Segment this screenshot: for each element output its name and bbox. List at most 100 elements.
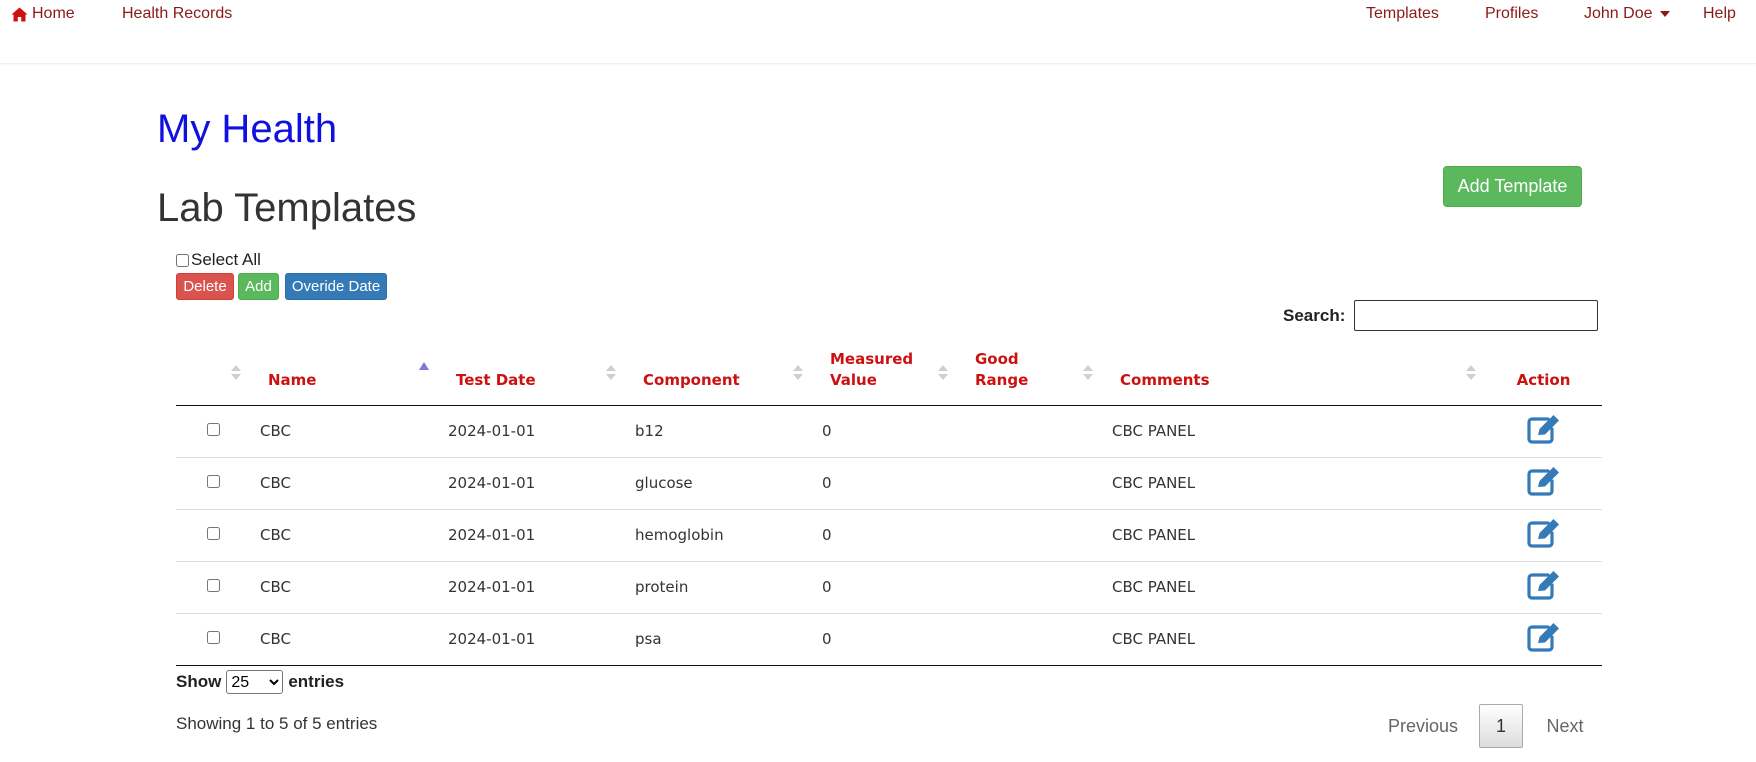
add-template-button[interactable]: Add Template (1443, 166, 1582, 207)
lab-templates-table: Name Test Date Component Measured Value … (176, 348, 1602, 666)
header-name[interactable]: Name (250, 348, 438, 406)
sort-icon (1466, 364, 1476, 380)
edit-button[interactable] (1526, 414, 1561, 448)
edit-icon (1526, 571, 1559, 600)
table-info: Showing 1 to 5 of 5 entries (176, 714, 378, 733)
table-row: CBC 2024-01-01 protein 0 CBC PANEL (176, 560, 1602, 613)
cell-measured-value: 0 (812, 612, 957, 666)
cell-comments: CBC PANEL (1102, 560, 1485, 613)
caret-down-icon (1659, 10, 1670, 17)
cell-component: protein (625, 560, 812, 613)
header-good-range[interactable]: Good Range (957, 348, 1102, 406)
header-test-date-label: Test Date (456, 370, 536, 389)
row-checkbox[interactable] (206, 475, 220, 488)
header-component[interactable]: Component (625, 348, 812, 406)
select-all: Select All (176, 250, 261, 270)
action-cell (1485, 405, 1602, 457)
previous-page-button[interactable]: Previous (1383, 704, 1463, 748)
row-checkbox[interactable] (206, 527, 220, 540)
cell-test-date: 2024-01-01 (438, 560, 625, 613)
edit-icon (1526, 467, 1559, 496)
row-select-cell (176, 508, 250, 561)
cell-test-date: 2024-01-01 (438, 612, 625, 666)
edit-button[interactable] (1526, 466, 1561, 500)
cell-component: psa (625, 612, 812, 666)
header-test-date[interactable]: Test Date (438, 348, 625, 406)
cell-component: glucose (625, 456, 812, 509)
nav-home-link[interactable]: Home (11, 5, 75, 23)
action-cell (1485, 456, 1602, 509)
header-comments-label: Comments (1120, 370, 1210, 389)
header-action-label: Action (1516, 370, 1571, 389)
user-menu-toggle[interactable]: John Doe (1584, 5, 1670, 23)
current-page-button[interactable]: 1 (1479, 704, 1523, 748)
row-select-cell (176, 560, 250, 613)
add-button[interactable]: Add (238, 273, 279, 300)
cell-measured-value: 0 (812, 508, 957, 561)
row-checkbox[interactable] (206, 423, 220, 436)
row-select-cell (176, 405, 250, 457)
cell-component: hemoglobin (625, 508, 812, 561)
header-select[interactable] (176, 348, 250, 406)
nav-health-records-link[interactable]: Health Records (122, 5, 232, 23)
table-row: CBC 2024-01-01 hemoglobin 0 CBC PANEL (176, 508, 1602, 561)
sort-icon (938, 364, 948, 380)
search-box: Search: (1283, 300, 1599, 331)
sort-ascending-icon (419, 362, 429, 370)
sort-icon (1083, 364, 1093, 380)
header-component-label: Component (643, 370, 740, 389)
edit-icon (1526, 415, 1559, 444)
row-checkbox[interactable] (206, 579, 220, 592)
app-title: My Health (157, 107, 338, 151)
cell-test-date: 2024-01-01 (438, 456, 625, 509)
cell-good-range (957, 560, 1102, 613)
search-input[interactable] (1354, 300, 1599, 331)
edit-button[interactable] (1526, 570, 1561, 604)
delete-button[interactable]: Delete (176, 273, 234, 300)
table-row: CBC 2024-01-01 b12 0 CBC PANEL (176, 405, 1602, 457)
header-measured-value-label: Measured Value (830, 349, 914, 389)
override-date-button[interactable]: Overide Date (285, 273, 387, 300)
nav-profiles-link[interactable]: Profiles (1485, 5, 1538, 23)
cell-good-range (957, 508, 1102, 561)
cell-comments: CBC PANEL (1102, 508, 1485, 561)
length-menu-prefix: Show (176, 672, 222, 691)
cell-name: CBC (250, 612, 438, 666)
top-navbar: Home Health Records Templates Profiles J… (0, 0, 1756, 64)
select-all-checkbox[interactable] (176, 253, 189, 267)
edit-button[interactable] (1526, 622, 1561, 656)
nav-templates-link[interactable]: Templates (1366, 5, 1439, 23)
cell-component: b12 (635, 422, 664, 440)
cell-comments: CBC PANEL (1102, 612, 1485, 666)
sort-icon (606, 364, 616, 380)
edit-button[interactable] (1526, 518, 1561, 552)
cell-measured-value: 0 (812, 456, 957, 509)
select-all-label: Select All (191, 250, 261, 269)
nav-help-link[interactable]: Help (1703, 5, 1736, 23)
cell-test-date: 2024-01-01 (438, 508, 625, 561)
cell-good-range (957, 456, 1102, 509)
cell-name: CBC (250, 508, 438, 561)
cell-good-range (957, 405, 1102, 457)
cell-name: CBC (250, 456, 438, 509)
cell-good-range (957, 612, 1102, 666)
cell-comments: CBC PANEL (1112, 422, 1196, 440)
sort-icon (231, 364, 241, 380)
cell-measured-value: 0 (812, 560, 957, 613)
cell-name: CBC (260, 422, 291, 440)
entries-per-page-select[interactable]: 25 (226, 670, 284, 694)
action-cell (1485, 508, 1602, 561)
action-cell (1485, 560, 1602, 613)
row-checkbox[interactable] (206, 631, 220, 644)
search-label: Search: (1283, 305, 1346, 325)
edit-icon (1526, 623, 1559, 652)
table-row: CBC 2024-01-01 psa 0 CBC PANEL (176, 612, 1602, 666)
page-title: Lab Templates (157, 186, 417, 230)
length-menu-suffix: entries (288, 672, 345, 691)
header-comments[interactable]: Comments (1102, 348, 1485, 406)
cell-test-date: 2024-01-01 (448, 422, 536, 440)
row-select-cell (176, 612, 250, 666)
header-measured-value[interactable]: Measured Value (812, 348, 957, 406)
next-page-button[interactable]: Next (1537, 704, 1593, 748)
header-action: Action (1485, 348, 1602, 406)
